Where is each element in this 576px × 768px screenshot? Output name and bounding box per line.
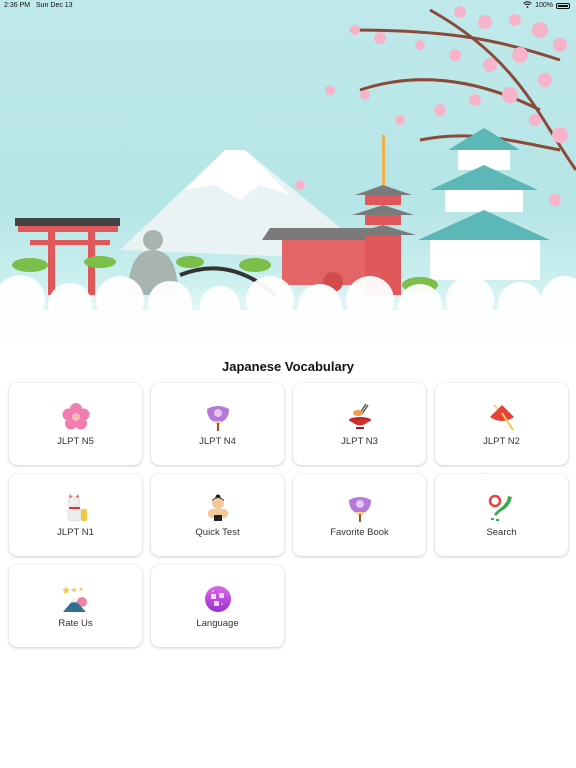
- red-umbrella-icon: [487, 402, 517, 432]
- language-globe-icon: [203, 584, 233, 614]
- menu-item-jlpt-n4[interactable]: JLPT N4: [151, 383, 284, 465]
- purple-fan-icon: [345, 493, 375, 523]
- castle: [418, 128, 550, 280]
- menu-item-quick-test[interactable]: Quick Test: [151, 474, 284, 556]
- menu-item-search[interactable]: Search: [435, 474, 568, 556]
- status-date: Sun Dec 13: [36, 2, 73, 9]
- battery-percent: 100%: [535, 2, 553, 9]
- menu-item-rate-us[interactable]: Rate Us: [9, 565, 142, 647]
- menu-item-jlpt-n3[interactable]: JLPT N3: [293, 383, 426, 465]
- header-illustration: [0, 0, 576, 345]
- menu-grid: JLPT N5 JLPT N4 JLPT N3 JLPT N2 JLPT N1 …: [9, 383, 569, 647]
- japan-landmarks-illustration: [0, 6, 576, 345]
- lucky-cat-icon: [61, 493, 91, 523]
- menu-item-jlpt-n5[interactable]: JLPT N5: [9, 383, 142, 465]
- fuji-stars-icon: [61, 584, 91, 614]
- status-time: 2:36 PM: [4, 2, 31, 9]
- sakura-flower-icon: [61, 402, 91, 432]
- menu-item-label: Language: [196, 617, 239, 629]
- menu-item-jlpt-n2[interactable]: JLPT N2: [435, 383, 568, 465]
- sumo-icon: [203, 493, 233, 523]
- menu-item-label: Quick Test: [195, 526, 240, 538]
- clouds: [0, 275, 576, 345]
- status-bar: 2:36 PM Sun Dec 13 100%: [0, 0, 576, 12]
- menu-item-label: JLPT N3: [341, 435, 378, 447]
- menu-item-favorite-book[interactable]: Favorite Book: [293, 474, 426, 556]
- menu-item-label: JLPT N1: [57, 526, 94, 538]
- battery-icon: [556, 2, 570, 9]
- menu-item-label: Rate Us: [58, 617, 93, 629]
- japan-map-icon: [487, 493, 517, 523]
- page-title: Japanese Vocabulary: [222, 359, 354, 374]
- menu-item-label: JLPT N5: [57, 435, 94, 447]
- purple-fan-icon: [203, 402, 233, 432]
- menu-item-label: JLPT N4: [199, 435, 236, 447]
- menu-item-label: JLPT N2: [483, 435, 520, 447]
- sakura-blossoms: [295, 6, 568, 206]
- sushi-bowl-icon: [345, 402, 375, 432]
- menu-item-label: Search: [486, 526, 517, 538]
- wifi-icon: [523, 1, 532, 10]
- menu-item-label: Favorite Book: [330, 526, 389, 538]
- menu-item-jlpt-n1[interactable]: JLPT N1: [9, 474, 142, 556]
- menu-item-language[interactable]: Language: [151, 565, 284, 647]
